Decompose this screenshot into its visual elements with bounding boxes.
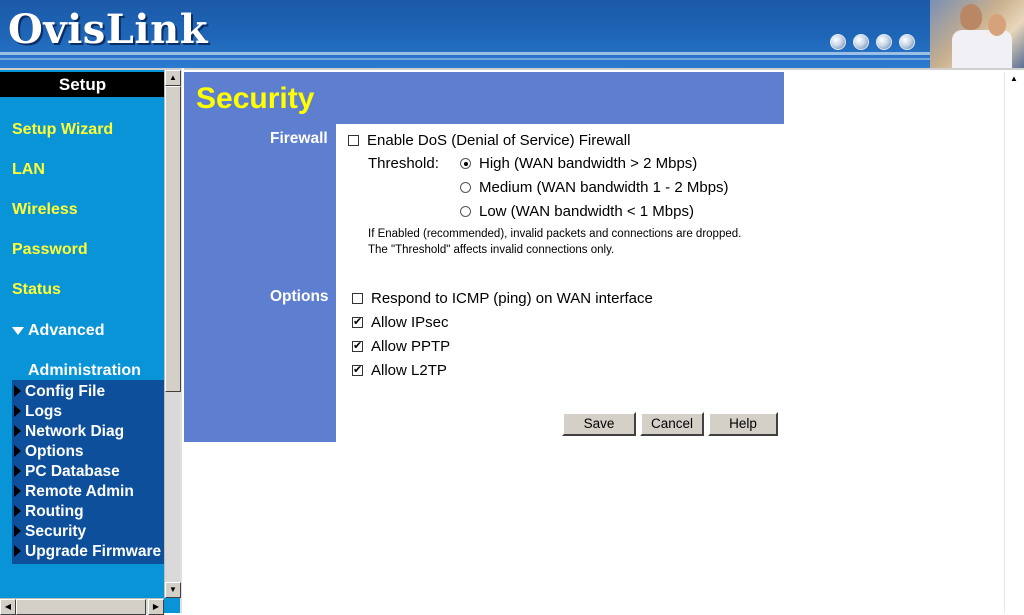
header-stripe — [0, 52, 1024, 55]
dos-firewall-label: Enable DoS (Denial of Service) Firewall — [367, 132, 631, 149]
icmp-checkbox[interactable] — [352, 293, 363, 304]
arrow-right-icon — [14, 505, 21, 517]
sidebar-item-lan[interactable]: LAN — [12, 161, 45, 179]
submenu-label: Remote Admin — [25, 483, 134, 500]
advanced-label: Advanced — [28, 322, 105, 339]
cancel-button[interactable]: Cancel — [640, 412, 704, 436]
globe-icon — [899, 34, 915, 50]
help-button[interactable]: Help — [708, 412, 778, 436]
threshold-high-label: High (WAN bandwidth > 2 Mbps) — [479, 155, 698, 172]
submenu-label: Upgrade Firmware — [25, 543, 162, 560]
submenu-label: PC Database — [25, 463, 120, 480]
threshold-low-radio[interactable] — [460, 206, 471, 217]
ipsec-checkbox[interactable] — [352, 315, 363, 329]
arrow-right-icon — [14, 465, 21, 477]
threshold-low-option[interactable]: Low (WAN bandwidth < 1 Mbps) — [460, 203, 694, 220]
sidebar-item-status[interactable]: Status — [12, 281, 61, 299]
arrow-right-icon — [14, 545, 21, 557]
l2tp-label: Allow L2TP — [371, 362, 447, 379]
header-photo — [930, 0, 1024, 68]
firewall-note: If Enabled (recommended), invalid packet… — [368, 226, 778, 258]
save-button[interactable]: Save — [562, 412, 636, 436]
icmp-option-row[interactable]: Respond to ICMP (ping) on WAN interface — [352, 290, 653, 307]
globe-icon — [830, 34, 846, 50]
header-stripe-2 — [0, 58, 1024, 60]
scroll-down-arrow-icon[interactable]: ▼ — [165, 582, 181, 598]
arrow-right-icon — [14, 525, 21, 537]
threshold-medium-label: Medium (WAN bandwidth 1 - 2 Mbps) — [479, 179, 729, 196]
triangle-down-icon — [12, 326, 24, 335]
firewall-section-label: Firewall — [270, 130, 328, 147]
submenu-network-diag[interactable]: Network Diag — [14, 423, 124, 441]
globe-icon — [876, 34, 892, 50]
sidebar-item-wireless[interactable]: Wireless — [12, 201, 78, 219]
submenu-label: Routing — [25, 503, 84, 520]
icmp-label: Respond to ICMP (ping) on WAN interface — [371, 290, 653, 307]
administration-heading: Administration — [28, 362, 141, 379]
submenu-routing[interactable]: Routing — [14, 503, 84, 521]
page-title: Security — [196, 82, 315, 115]
arrow-right-icon — [14, 485, 21, 497]
arrow-right-icon — [14, 385, 21, 397]
sidebar-item-password[interactable]: Password — [12, 241, 88, 259]
threshold-high-option[interactable]: High (WAN bandwidth > 2 Mbps) — [460, 155, 697, 172]
sidebar-vertical-scrollbar[interactable]: ▲ ▼ — [164, 70, 181, 598]
threshold-medium-radio[interactable] — [460, 182, 471, 193]
submenu-options[interactable]: Options — [14, 443, 84, 461]
scroll-thumb[interactable] — [165, 86, 181, 392]
sidebar-title: Setup — [0, 72, 165, 97]
administration-submenu: Config File Logs Network Diag Options PC… — [12, 380, 165, 564]
submenu-upgrade-firmware[interactable]: Upgrade Firmware — [14, 543, 161, 561]
options-section-label: Options — [270, 288, 329, 305]
scroll-up-arrow-icon[interactable]: ▲ — [165, 70, 181, 86]
globe-icons — [830, 34, 915, 50]
main-vertical-scrollbar[interactable]: ▲ — [1004, 72, 1022, 613]
sidebar-item-setup-wizard[interactable]: Setup Wizard — [12, 121, 113, 139]
security-form: Enable DoS (Denial of Service) Firewall … — [336, 124, 784, 442]
globe-icon — [853, 34, 869, 50]
submenu-security[interactable]: Security — [14, 523, 86, 541]
ovislink-logo: OvisLink — [8, 6, 208, 53]
l2tp-checkbox[interactable] — [352, 363, 363, 377]
sidebar-item-advanced[interactable]: Advanced — [12, 322, 104, 340]
main-content: Security Firewall Options Enable DoS (De… — [184, 68, 1024, 613]
ipsec-option-row[interactable]: Allow IPsec — [352, 314, 449, 331]
submenu-label: Config File — [25, 383, 106, 400]
submenu-label: Logs — [25, 403, 63, 420]
submenu-remote-admin[interactable]: Remote Admin — [14, 483, 134, 501]
l2tp-option-row[interactable]: Allow L2TP — [352, 362, 447, 379]
threshold-low-label: Low (WAN bandwidth < 1 Mbps) — [479, 203, 694, 220]
submenu-label: Security — [25, 523, 87, 540]
submenu-label: Options — [25, 443, 84, 460]
dos-firewall-checkbox[interactable] — [348, 135, 359, 146]
firewall-note-line-1: If Enabled (recommended), invalid packet… — [368, 228, 742, 240]
arrow-right-icon — [14, 425, 21, 437]
firewall-note-line-2: The "Threshold" affects invalid connecti… — [368, 244, 615, 256]
pptp-option-row[interactable]: Allow PPTP — [352, 338, 450, 355]
threshold-high-radio[interactable] — [460, 158, 471, 169]
dos-firewall-row[interactable]: Enable DoS (Denial of Service) Firewall — [348, 132, 630, 149]
sidebar-horizontal-scrollbar[interactable]: ◀ ▶ — [0, 598, 164, 615]
arrow-right-icon — [14, 405, 21, 417]
arrow-right-icon — [14, 445, 21, 457]
pptp-label: Allow PPTP — [371, 338, 451, 355]
submenu-logs[interactable]: Logs — [14, 403, 62, 421]
header-banner: OvisLink — [0, 0, 1024, 68]
page-title-bar: Security — [184, 72, 784, 124]
submenu-config-file[interactable]: Config File — [14, 383, 105, 401]
submenu-pc-database[interactable]: PC Database — [14, 463, 120, 481]
section-label-column: Firewall Options — [184, 124, 336, 442]
submenu-label: Network Diag — [25, 423, 125, 440]
pptp-checkbox[interactable] — [352, 339, 363, 353]
sidebar: Setup Setup Wizard LAN Wireless Password… — [0, 68, 182, 615]
scroll-up-arrow-icon[interactable]: ▲ — [1006, 72, 1022, 88]
threshold-medium-option[interactable]: Medium (WAN bandwidth 1 - 2 Mbps) — [460, 179, 729, 196]
ipsec-label: Allow IPsec — [371, 314, 449, 331]
threshold-label: Threshold: — [368, 155, 439, 172]
